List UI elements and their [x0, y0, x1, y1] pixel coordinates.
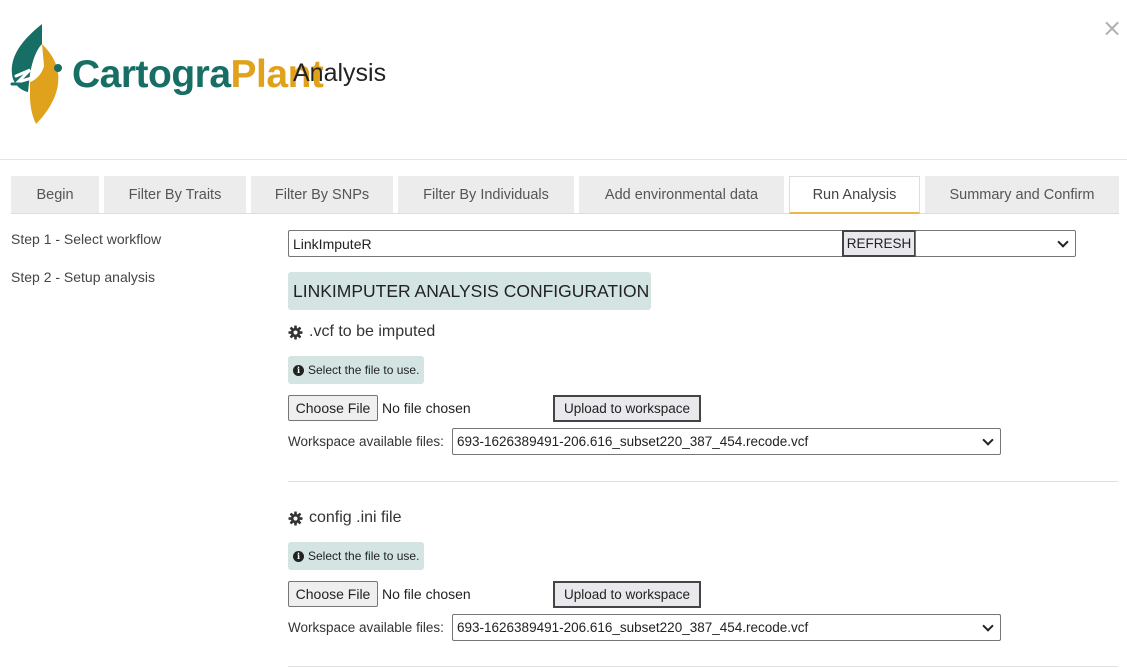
upload-to-workspace-button-vcf[interactable]: Upload to workspace	[553, 395, 701, 422]
config-title: LINKIMPUTER ANALYSIS CONFIGURATION	[288, 272, 651, 310]
refresh-button[interactable]: REFRESH	[842, 230, 916, 257]
info-badge-vcf: i Select the file to use.	[288, 356, 425, 384]
header: CartograPlant Analysis	[0, 0, 1127, 160]
gear-icon	[288, 324, 303, 340]
logo-wordmark: CartograPlant	[72, 52, 324, 98]
workspace-files-label-config-ini: Workspace available files:	[288, 620, 444, 635]
chevron-down-icon	[1057, 236, 1069, 248]
info-text: Select the file to use.	[308, 363, 420, 377]
workspace-files-select-vcf[interactable]: 693-1626389491-206.616_subset220_387_454…	[452, 428, 1001, 455]
logo-wordmark-part1: Cartogra	[72, 53, 231, 96]
info-text: Select the file to use.	[308, 549, 420, 563]
tab-add-environmental-data[interactable]: Add environmental data	[579, 176, 784, 213]
section-title-config-ini: config .ini file	[309, 509, 402, 526]
no-file-chosen-config-ini: No file chosen	[382, 586, 471, 602]
logo-leaf-icon	[10, 24, 62, 124]
step-select-workflow[interactable]: Step 1 - Select workflow	[11, 231, 161, 247]
workspace-files-value: 693-1626389491-206.616_subset220_387_454…	[457, 620, 809, 635]
chevron-down-icon	[982, 620, 994, 632]
tab-begin[interactable]: Begin	[11, 176, 99, 213]
workspace-files-label-vcf: Workspace available files:	[288, 434, 444, 449]
workflow-input[interactable]	[288, 230, 844, 257]
tab-bar: Begin Filter By Traits Filter By SNPs Fi…	[11, 176, 1119, 214]
workflow-select[interactable]	[915, 230, 1076, 257]
workspace-files-select-config-ini[interactable]: 693-1626389491-206.616_subset220_387_454…	[452, 614, 1001, 641]
workspace-files-value: 693-1626389491-206.616_subset220_387_454…	[457, 434, 809, 449]
choose-file-button-config-ini[interactable]: Choose File	[288, 581, 378, 607]
no-file-chosen-vcf: No file chosen	[382, 400, 471, 416]
gear-icon	[288, 510, 303, 526]
section-divider	[288, 666, 1118, 667]
header-subtitle: Analysis	[293, 59, 387, 87]
upload-to-workspace-button-config-ini[interactable]: Upload to workspace	[553, 581, 701, 608]
info-icon: i	[293, 364, 304, 376]
section-divider	[288, 481, 1118, 482]
tab-run-analysis[interactable]: Run Analysis	[789, 176, 920, 214]
step-setup-analysis[interactable]: Step 2 - Setup analysis	[11, 269, 155, 285]
chevron-down-icon	[982, 434, 994, 446]
tab-filter-by-individuals[interactable]: Filter By Individuals	[398, 176, 574, 213]
tab-summary-and-confirm[interactable]: Summary and Confirm	[925, 176, 1119, 213]
section-vcf: .vcf to be imputed	[288, 323, 435, 341]
section-config-ini: config .ini file	[288, 509, 402, 527]
choose-file-button-vcf[interactable]: Choose File	[288, 395, 378, 421]
tab-filter-by-snps[interactable]: Filter By SNPs	[251, 176, 393, 213]
info-icon: i	[293, 550, 304, 562]
section-title-vcf: .vcf to be imputed	[309, 323, 436, 340]
tab-filter-by-traits[interactable]: Filter By Traits	[104, 176, 246, 213]
info-badge-config-ini: i Select the file to use.	[288, 542, 425, 570]
